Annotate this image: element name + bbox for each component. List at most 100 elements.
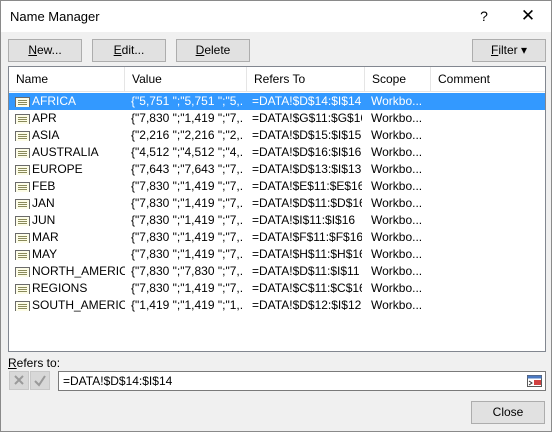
delete-accel: D [195, 43, 205, 57]
cell-name: JUN [32, 213, 56, 227]
cell-comment [437, 161, 537, 178]
table-row[interactable]: AUSTRALIA {"4,512 ";"4,512 ";"4,... =DATA!… [9, 144, 545, 161]
filter-label: ilter [498, 43, 518, 57]
filter-button[interactable]: Filter ▾ [472, 39, 546, 62]
filter-dropdown-icon: ▾ [521, 43, 528, 57]
cell-scope: Workbo... [371, 94, 423, 108]
cell-refers-to: =DATA!$D$12:$I$12 [252, 298, 362, 312]
column-header-value[interactable]: Value [125, 67, 247, 92]
named-range-icon [15, 266, 31, 277]
new-label: ew... [36, 43, 62, 57]
cell-refers-to: =DATA!$G$11:$G$16 [252, 111, 362, 125]
table-row[interactable]: APR {"7,830 ";"1,419 ";"7,... =DATA!$G$11:… [9, 110, 545, 127]
table-row[interactable]: REGIONS {"7,830 ";"1,419 ";"7,... =DATA!$C… [9, 280, 545, 297]
list-header: Name Value Refers To Scope Comment [9, 67, 545, 92]
cell-comment [437, 195, 537, 212]
cell-scope: Workbo... [371, 264, 423, 278]
delete-button[interactable]: Delete [176, 39, 250, 62]
cell-name: EUROPE [32, 162, 83, 176]
cell-refers-to: =DATA!$E$11:$E$16 [252, 179, 362, 193]
named-range-icon [15, 283, 31, 294]
edit-label: dit... [121, 43, 145, 57]
cell-name: JAN [32, 196, 55, 210]
cell-value: {"7,830 ";"1,419 ";"7,... [131, 247, 243, 261]
refers-accel: R [8, 356, 17, 370]
cell-refers-to: =DATA!$D$14:$I$14 [252, 94, 362, 108]
cell-refers-to: =DATA!$I$11:$I$16 [252, 213, 356, 227]
named-range-icon [15, 249, 31, 260]
table-row[interactable]: JAN {"7,830 ";"1,419 ";"7,... =DATA!$D$11:… [9, 195, 545, 212]
cell-value: {"2,216 ";"2,216 ";"2,... [131, 128, 243, 142]
cell-scope: Workbo... [371, 162, 423, 176]
edit-button[interactable]: Edit... [92, 39, 166, 62]
cell-refers-to: =DATA!$D$11:$I$11 [252, 264, 360, 278]
named-range-icon [15, 215, 31, 226]
named-range-icon [15, 232, 31, 243]
cell-value: {"4,512 ";"4,512 ";"4,... [131, 145, 243, 159]
cell-scope: Workbo... [371, 145, 423, 159]
cell-refers-to: =DATA!$F$11:$F$16 [252, 230, 362, 244]
dialog-title: Name Manager [10, 9, 100, 24]
cell-name: REGIONS [32, 281, 88, 295]
cell-comment [437, 212, 537, 229]
cell-name: NORTH_AMERICA [32, 264, 125, 278]
cell-scope: Workbo... [371, 281, 423, 295]
cell-refers-to: =DATA!$D$11:$D$16 [252, 196, 362, 210]
cell-name: AFRICA [32, 94, 77, 108]
help-button[interactable]: ? [469, 4, 499, 28]
table-row[interactable]: NORTH_AMERICA {"7,830 ";"7,830 ";"7,... =D… [9, 263, 545, 280]
table-row[interactable]: EUROPE {"7,643 ";"7,643 ";"7,... =DATA!$D$… [9, 161, 545, 178]
refers-to-label: Refers to: [8, 356, 60, 370]
cancel-x-icon[interactable] [9, 371, 29, 390]
cell-name: MAR [32, 230, 59, 244]
table-row[interactable]: FEB {"7,830 ";"1,419 ";"7,... =DATA!$E$11:… [9, 178, 545, 195]
cell-scope: Workbo... [371, 298, 423, 312]
cell-comment [437, 263, 537, 280]
table-row[interactable]: AFRICA {"5,751 ";"5,751 ";"5,... =DATA!$D$… [9, 93, 545, 110]
cell-value: {"7,830 ";"7,830 ";"7,... [131, 264, 243, 278]
named-range-icon [15, 96, 31, 107]
cell-value: {"1,419 ";"1,419 ";"1,... [131, 298, 243, 312]
column-header-comment[interactable]: Comment [431, 67, 545, 92]
cell-scope: Workbo... [371, 179, 423, 193]
cell-value: {"5,751 ";"5,751 ";"5,... [131, 94, 243, 108]
cell-scope: Workbo... [371, 230, 423, 244]
cell-name: ASIA [32, 128, 60, 142]
cell-comment [437, 178, 537, 195]
table-row[interactable]: MAY {"7,830 ";"1,419 ";"7,... =DATA!$H$11:… [9, 246, 545, 263]
table-row[interactable]: ASIA {"2,216 ";"2,216 ";"2,... =DATA!$D$15… [9, 127, 545, 144]
cell-value: {"7,830 ";"1,419 ";"7,... [131, 213, 243, 227]
cell-comment [437, 144, 537, 161]
cell-value: {"7,830 ";"1,419 ";"7,... [131, 196, 243, 210]
names-list[interactable]: Name Value Refers To Scope Comment AFRIC… [8, 66, 546, 352]
cell-name: FEB [32, 179, 56, 193]
new-button[interactable]: New... [8, 39, 82, 62]
table-row[interactable]: MAR {"7,830 ";"1,419 ";"7,... =DATA!$F$11:… [9, 229, 545, 246]
cell-refers-to: =DATA!$D$16:$I$16 [252, 145, 362, 159]
title-bar: Name Manager ? ✕ [1, 1, 551, 32]
collapse-dialog-icon[interactable] [526, 373, 544, 389]
cell-comment [437, 93, 537, 110]
table-row[interactable]: JUN {"7,830 ";"1,419 ";"7,... =DATA!$I$11:… [9, 212, 545, 229]
close-window-button[interactable]: ✕ [511, 4, 545, 28]
named-range-icon [15, 147, 31, 158]
column-header-refers-to[interactable]: Refers To [247, 67, 365, 92]
column-header-name[interactable]: Name [9, 67, 125, 92]
close-button[interactable]: Close [471, 401, 545, 424]
cell-name: MAY [32, 247, 58, 261]
checkmark-icon[interactable] [30, 371, 50, 390]
table-row[interactable]: SOUTH_AMERICA {"1,419 ";"1,419 ";"1,... =D… [9, 297, 545, 314]
cell-refers-to: =DATA!$H$11:$H$16 [252, 247, 362, 261]
cell-refers-to: =DATA!$D$13:$I$13 [252, 162, 362, 176]
column-header-scope[interactable]: Scope [365, 67, 431, 92]
refers-to-field[interactable] [58, 371, 546, 391]
cell-value: {"7,830 ";"1,419 ";"7,... [131, 111, 243, 125]
cell-comment [437, 127, 537, 144]
cell-comment [437, 110, 537, 127]
named-range-icon [15, 198, 31, 209]
cell-value: {"7,643 ";"7,643 ";"7,... [131, 162, 243, 176]
cell-comment [437, 246, 537, 263]
named-range-icon [15, 164, 31, 175]
cell-refers-to: =DATA!$D$15:$I$15 [252, 128, 362, 142]
named-range-icon [15, 130, 31, 141]
